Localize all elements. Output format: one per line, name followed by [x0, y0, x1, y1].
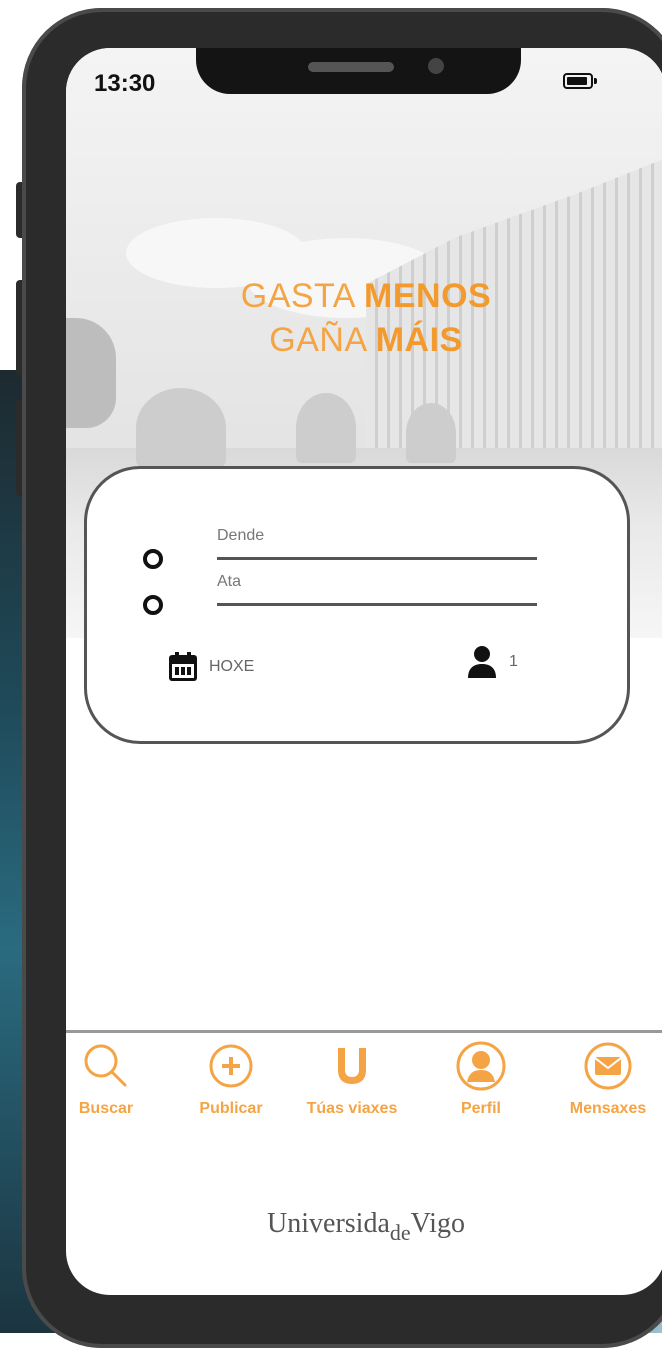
nav-buscar-label: Buscar	[78, 1100, 134, 1117]
nav-tuas-viaxes[interactable]: Túas viaxes	[292, 1038, 412, 1118]
speaker-grille	[308, 62, 394, 72]
status-time: 13:30	[94, 70, 156, 97]
nav-perfil[interactable]: Perfil	[421, 1038, 541, 1118]
app-screen: GASTA MENOS GAÑA MÁIS 13:30 Dende Ata HO…	[66, 48, 662, 1295]
search-card: Dende Ata HOXE 1	[84, 466, 630, 744]
date-value: HOXE	[209, 658, 255, 675]
tree	[136, 388, 226, 468]
nav-publicar[interactable]: Publicar	[171, 1038, 291, 1118]
from-label: Dende	[217, 527, 265, 544]
nav-perfil-label: Perfil	[460, 1100, 501, 1117]
battery-icon	[563, 73, 597, 89]
nav-tuas-viaxes-label: Túas viaxes	[306, 1100, 398, 1117]
passenger-selector[interactable]: 1	[467, 645, 518, 679]
u-logo-icon	[338, 1048, 366, 1084]
nav-mensaxes-label: Mensaxes	[569, 1100, 647, 1117]
calendar-icon	[169, 652, 197, 681]
university-logo: UniversidadeVigo	[267, 1208, 465, 1245]
profile-icon	[456, 1041, 506, 1091]
destination-dot-icon	[143, 595, 163, 615]
notch	[196, 48, 521, 94]
date-selector[interactable]: HOXE	[167, 651, 254, 683]
person-icon	[468, 646, 496, 678]
nav-divider	[66, 1030, 662, 1033]
mail-icon	[584, 1042, 632, 1090]
search-icon	[84, 1044, 127, 1087]
to-underline	[217, 603, 537, 606]
tree	[296, 393, 356, 463]
from-underline	[217, 557, 537, 560]
front-camera	[428, 58, 444, 74]
bottom-nav: Buscar Publicar Túas viaxes Perfil Mensa…	[66, 1038, 662, 1158]
plus-circle-icon	[209, 1044, 253, 1088]
nav-publicar-label: Publicar	[199, 1100, 263, 1117]
to-label: Ata	[217, 573, 242, 590]
nav-mensaxes[interactable]: Mensaxes	[548, 1038, 662, 1118]
passenger-count: 1	[509, 653, 518, 670]
origin-dot-icon	[143, 549, 163, 569]
tree	[406, 403, 456, 463]
nav-buscar[interactable]: Buscar	[66, 1038, 166, 1118]
hero-tagline: GASTA MENOS GAÑA MÁIS	[240, 277, 492, 359]
